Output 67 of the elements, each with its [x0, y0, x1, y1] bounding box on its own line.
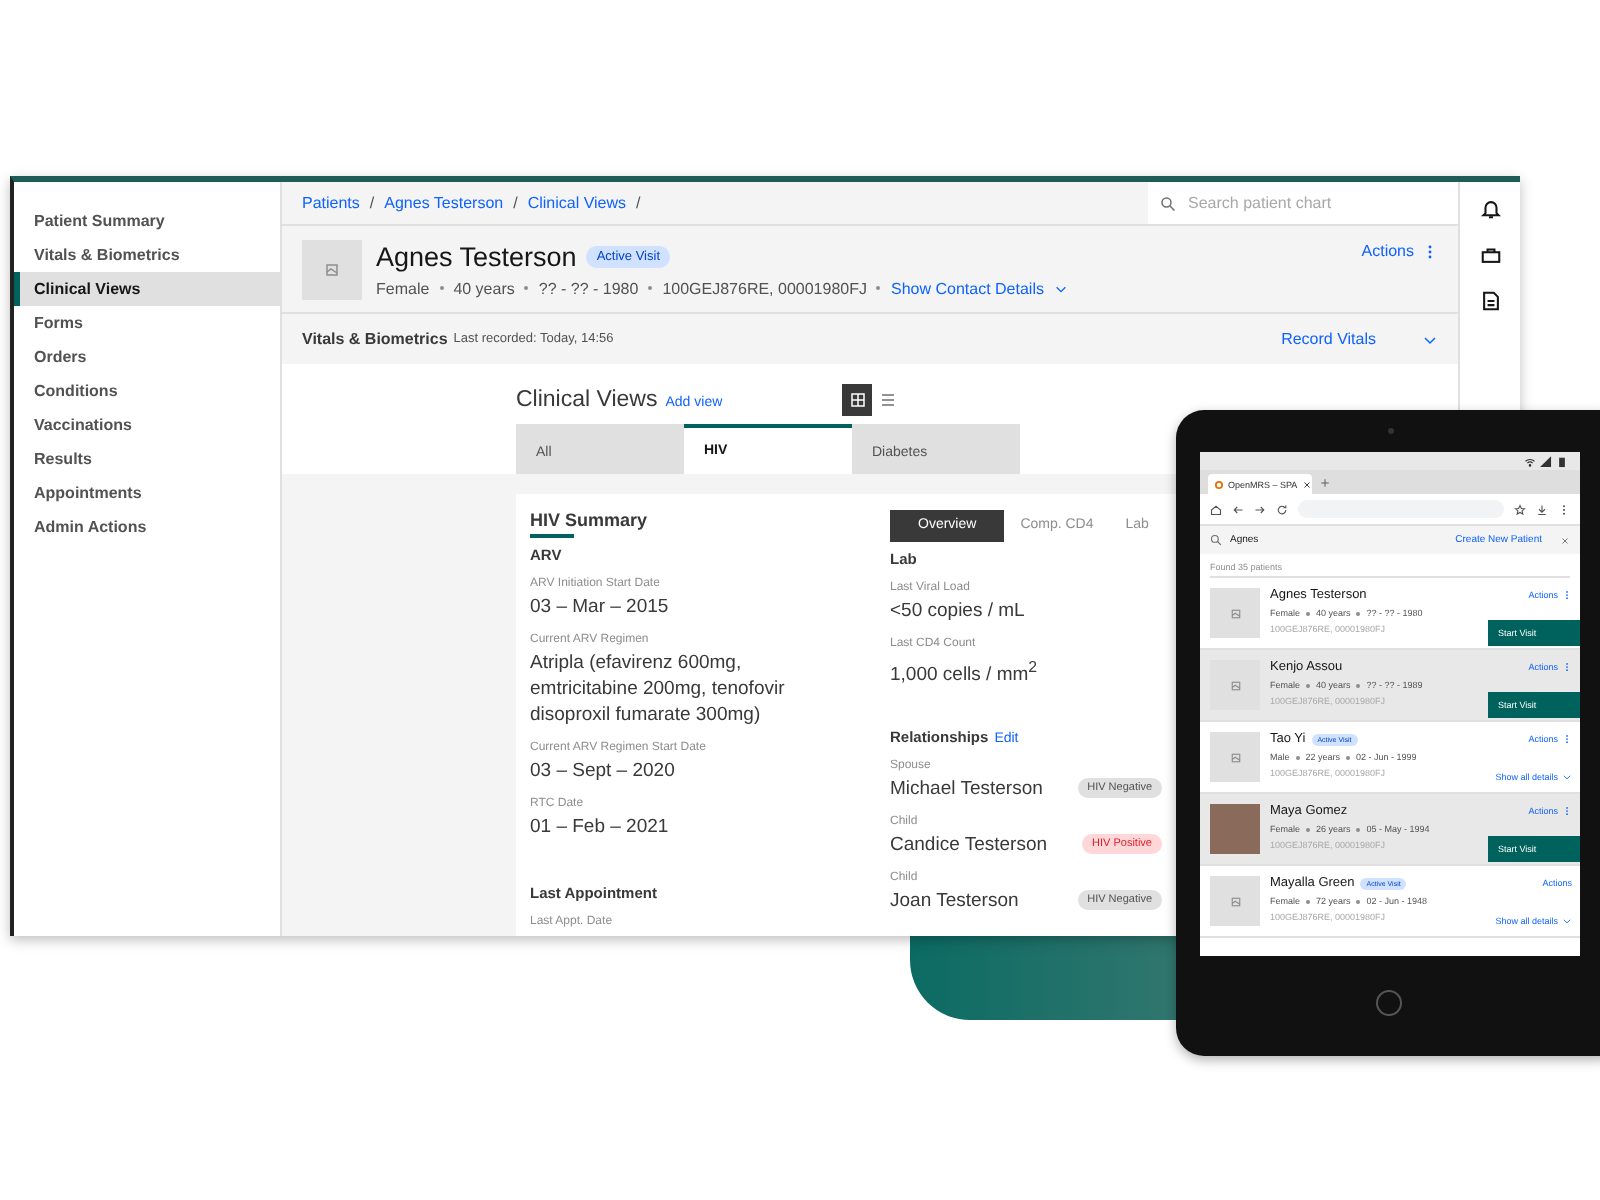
field-value: <50 copies / mL — [890, 598, 1027, 624]
close-icon — [1301, 479, 1312, 489]
field-value: Atripla (efavirenz 600mg, emtricitabine 200mg, tenofovir disoproxil fumarate 300mg) — [530, 650, 787, 728]
relative-name: Joan Testerson — [890, 888, 1019, 915]
breadcrumb-link[interactable]: Clinical Views — [527, 194, 627, 212]
patient-name: Agnes Testerson — [376, 241, 577, 271]
sidebar-item[interactable]: Patient Summary — [14, 204, 280, 238]
breadcrumb-separator: / — [369, 194, 375, 212]
chevron-down-icon — [1053, 281, 1068, 295]
download-icon — [1536, 503, 1548, 515]
patient-detail: ?? - ?? - 1980 — [538, 279, 639, 297]
star-icon — [1514, 503, 1526, 515]
wifi-icon — [1524, 455, 1536, 467]
record-vitals-link[interactable]: Record Vitals — [1281, 330, 1376, 348]
briefcase-icon — [1479, 244, 1501, 266]
sidebar-item[interactable]: Clinical Views — [14, 272, 280, 306]
grid-icon — [849, 392, 865, 408]
breadcrumb-link[interactable]: Agnes Testerson — [384, 194, 504, 212]
document-icon — [1479, 290, 1501, 312]
close-icon — [1560, 535, 1570, 545]
search-icon — [1160, 195, 1176, 211]
image-icon — [1229, 751, 1241, 763]
sidebar-item[interactable]: Conditions — [14, 374, 280, 408]
list-icon — [879, 392, 895, 408]
grid-view-toggle[interactable] — [842, 384, 872, 416]
home-icon — [1210, 503, 1222, 515]
patient-detail: Female — [376, 279, 430, 297]
chevron-down-icon — [1562, 772, 1572, 782]
field-value: 03 – Sept – 2020 — [530, 758, 677, 784]
forward-arrow-icon — [1254, 503, 1266, 515]
reload-icon — [1276, 503, 1288, 515]
field-value: 1,000 cells / mm$^{2}$ — [890, 656, 1040, 689]
summary-title: HIV Summary — [530, 510, 650, 530]
sidebar-item[interactable]: Vitals & Biometrics — [14, 238, 280, 272]
sidebar-item[interactable]: Forms — [14, 306, 280, 340]
sidebar-item[interactable]: Vaccinations — [14, 408, 280, 442]
search-field[interactable]: Search patient chart — [1148, 182, 1458, 224]
image-icon — [1229, 607, 1241, 619]
battery-icon — [1556, 455, 1568, 467]
sidebar-item[interactable]: Appointments — [14, 476, 280, 510]
contact-details-link[interactable]: Show Contact Details — [890, 279, 1044, 297]
plus-icon — [1320, 477, 1330, 487]
patient-detail: 100GEJ876RE, 00001980FJ — [662, 279, 867, 297]
field-value: 01 – Feb – 2021 — [530, 814, 671, 840]
home-button[interactable] — [1376, 990, 1402, 1016]
breadcrumb-link[interactable]: Patients — [302, 194, 360, 212]
sidebar-item[interactable]: Orders — [14, 340, 280, 374]
image-icon — [1229, 895, 1241, 907]
chevron-down-icon — [1562, 916, 1572, 926]
clinical-views-title: Clinical Views — [516, 388, 658, 412]
section-title: Vitals & Biometrics — [302, 330, 448, 348]
field-value: 03 – Mar – 2015 — [530, 594, 671, 620]
actions-link[interactable]: Actions — [1361, 242, 1414, 260]
sidebar-item[interactable]: Results — [14, 442, 280, 476]
search-icon — [1210, 534, 1222, 546]
sidebar-item[interactable]: Admin Actions — [14, 510, 280, 544]
image-icon — [324, 261, 340, 277]
back-arrow-icon — [1232, 503, 1244, 515]
bell-icon — [1479, 198, 1501, 220]
image-icon — [1229, 679, 1241, 691]
relative-name: Michael Testerson — [890, 776, 1043, 803]
breadcrumb-separator: / — [513, 194, 518, 212]
breadcrumb-separator: / — [636, 194, 641, 212]
chevron-down-icon — [1422, 331, 1438, 347]
logo-icon — [1214, 479, 1224, 489]
patient-detail: 40 years — [453, 279, 515, 297]
relative-name: Candice Testerson — [890, 832, 1048, 859]
